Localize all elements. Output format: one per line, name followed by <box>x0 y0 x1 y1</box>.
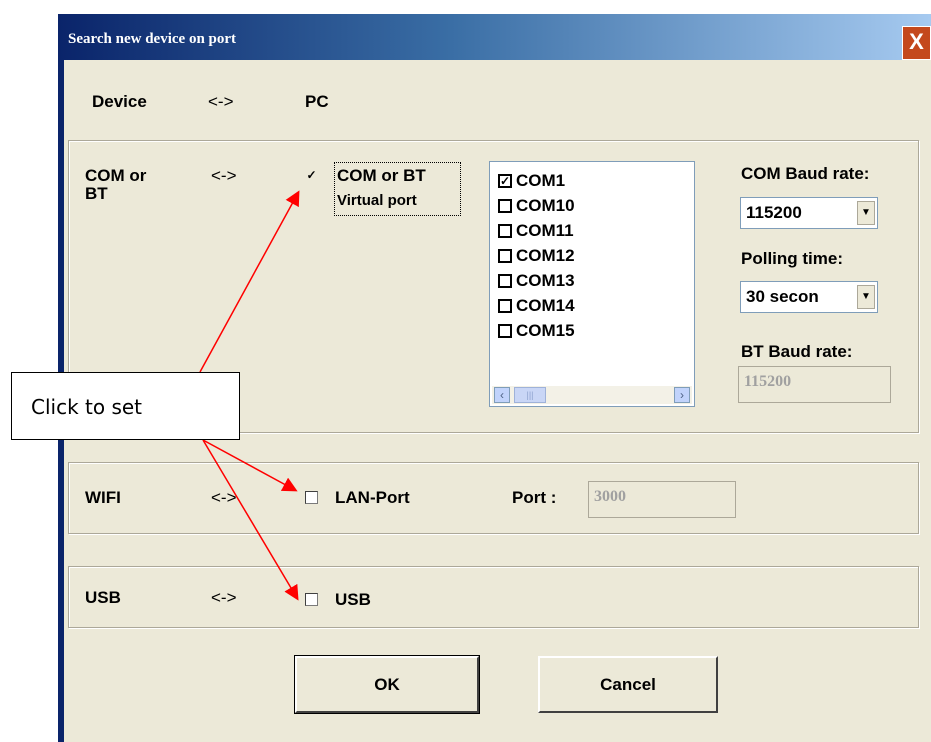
arrow-to-lan-port <box>202 439 298 492</box>
arrow-to-usb <box>202 439 299 601</box>
annotation-arrows <box>199 190 300 601</box>
arrow-to-virtual-port <box>199 190 300 373</box>
callout-text: Click to set <box>31 395 143 419</box>
annotation-callout: Click to set <box>11 372 240 440</box>
